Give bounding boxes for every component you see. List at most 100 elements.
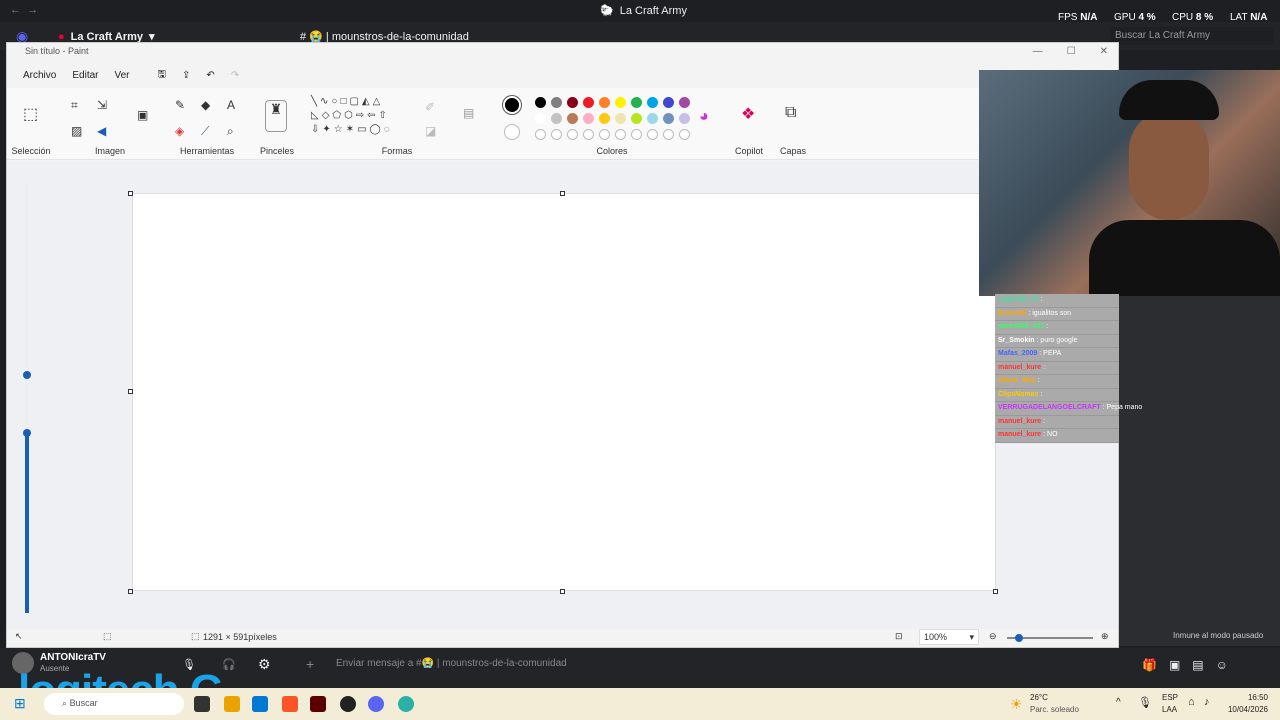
- resize-handle[interactable]: [560, 191, 565, 196]
- zoom-select[interactable]: 100% ▾: [919, 629, 979, 645]
- shape-size-icon[interactable]: ▤: [463, 106, 474, 120]
- zoom-in-icon[interactable]: ⊕: [1101, 631, 1109, 642]
- color-swatch[interactable]: [567, 113, 578, 124]
- network-icon[interactable]: ⌂: [1188, 696, 1195, 708]
- slider-thumb-bottom[interactable]: [23, 429, 31, 437]
- custom-color-slot[interactable]: [663, 129, 674, 140]
- text-icon[interactable]: A: [227, 98, 235, 112]
- color-picker-icon[interactable]: ⟋: [201, 124, 209, 139]
- tray-chevron-icon[interactable]: ^: [1116, 697, 1121, 708]
- clock-date[interactable]: 10/04/2026: [1226, 705, 1268, 714]
- back-arrow-icon[interactable]: ← →: [10, 4, 38, 16]
- zoom-out-icon[interactable]: ⊖: [989, 631, 997, 642]
- store-icon[interactable]: [252, 696, 268, 712]
- resize-handle[interactable]: [128, 389, 133, 394]
- custom-color-slot[interactable]: [599, 129, 610, 140]
- color-swatch[interactable]: [535, 113, 546, 124]
- custom-color-slot[interactable]: [631, 129, 642, 140]
- color-swatch[interactable]: [663, 113, 674, 124]
- add-attachment-icon[interactable]: +: [306, 656, 314, 672]
- redo-icon[interactable]: ↷: [223, 68, 247, 83]
- maximize-button[interactable]: ☐: [1067, 46, 1076, 57]
- file-explorer-icon[interactable]: [224, 696, 240, 712]
- menu-editar[interactable]: Editar: [64, 68, 106, 83]
- undo-icon[interactable]: ↶: [198, 68, 222, 83]
- custom-color-slot[interactable]: [535, 129, 546, 140]
- mic-tray-icon[interactable]: 🎙: [1138, 696, 1152, 709]
- color-swatch[interactable]: [663, 97, 674, 108]
- slider-thumb-top[interactable]: [23, 371, 31, 379]
- custom-color-slot[interactable]: [615, 129, 626, 140]
- custom-color-slot[interactable]: [567, 129, 578, 140]
- message-tools-icon[interactable]: 🎁▣▤☺: [1142, 658, 1240, 672]
- obs-icon[interactable]: [340, 696, 356, 712]
- outline-icon[interactable]: ✐: [425, 100, 435, 114]
- color-swatch[interactable]: [551, 97, 562, 108]
- color-swatch[interactable]: [615, 113, 626, 124]
- fill-style-icon[interactable]: ◪: [425, 124, 436, 138]
- selection-icon[interactable]: ⬚: [23, 104, 38, 124]
- windows-start-icon[interactable]: ⊞: [14, 695, 26, 712]
- color-swatch[interactable]: [535, 97, 546, 108]
- color-swatch[interactable]: [615, 97, 626, 108]
- color-swatch[interactable]: [647, 113, 658, 124]
- shapes-row3-icon[interactable]: ⇩✦☆✶▭◯◌: [311, 124, 393, 135]
- lang-label[interactable]: ESP: [1162, 693, 1178, 702]
- shapes-row1-icon[interactable]: ╲∿○□▢◭△: [311, 96, 383, 107]
- custom-color-slot[interactable]: [647, 129, 658, 140]
- remove-bg-icon[interactable]: ▨: [71, 124, 82, 138]
- brave-icon[interactable]: [282, 696, 298, 712]
- secondary-color[interactable]: [504, 124, 520, 140]
- color-swatch[interactable]: [631, 97, 642, 108]
- color-swatch[interactable]: [599, 113, 610, 124]
- color-swatch[interactable]: [583, 113, 594, 124]
- color-swatch[interactable]: [551, 113, 562, 124]
- fit-icon[interactable]: ⊡: [895, 631, 903, 642]
- volume-icon[interactable]: ♪: [1204, 696, 1210, 708]
- gear-icon[interactable]: ⚙: [258, 656, 271, 673]
- shapes-row2-icon[interactable]: ◺◇⬠⬡⇨⇦⇧: [311, 110, 390, 121]
- custom-color-slot[interactable]: [583, 129, 594, 140]
- layers-icon[interactable]: ⧉: [785, 104, 796, 122]
- resize-icon[interactable]: ⇲: [97, 98, 107, 112]
- color-wheel-icon[interactable]: ◕: [699, 108, 709, 126]
- color-swatch[interactable]: [679, 97, 690, 108]
- resize-handle[interactable]: [560, 589, 565, 594]
- clock-time[interactable]: 16:50: [1226, 693, 1268, 702]
- save-icon[interactable]: 🖫: [150, 65, 175, 86]
- custom-color-slot[interactable]: [551, 129, 562, 140]
- eraser-icon[interactable]: ◈: [175, 124, 184, 138]
- brush-icon[interactable]: ♜: [265, 100, 287, 132]
- zoom-slider[interactable]: [1007, 634, 1093, 642]
- crop-icon[interactable]: ⌗: [71, 98, 78, 113]
- custom-color-slot[interactable]: [679, 129, 690, 140]
- color-swatch[interactable]: [599, 97, 610, 108]
- primary-color[interactable]: [503, 96, 521, 114]
- resize-handle[interactable]: [128, 191, 133, 196]
- brush-size-slider[interactable]: [23, 183, 31, 613]
- pencil-icon[interactable]: ✎: [175, 98, 185, 112]
- search-input[interactable]: Buscar La Craft Army: [1110, 27, 1274, 45]
- color-swatch[interactable]: [567, 97, 578, 108]
- resize-handle[interactable]: [993, 589, 998, 594]
- taskbar-search[interactable]: ⌕ Buscar: [44, 693, 184, 715]
- color-swatch[interactable]: [583, 97, 594, 108]
- minimize-button[interactable]: —: [1033, 46, 1043, 57]
- task-view-icon[interactable]: [194, 696, 210, 712]
- headphones-icon[interactable]: 🎧: [222, 658, 236, 671]
- paint-taskbar-icon[interactable]: [398, 696, 414, 712]
- lang-label-2[interactable]: LAA: [1162, 705, 1177, 714]
- color-swatch[interactable]: [647, 97, 658, 108]
- magnifier-icon[interactable]: ⌕: [227, 124, 234, 139]
- color-swatch[interactable]: [631, 113, 642, 124]
- discord-taskbar-icon[interactable]: [368, 696, 384, 712]
- drawing-canvas[interactable]: [132, 193, 996, 591]
- menu-ver[interactable]: Ver: [106, 68, 137, 83]
- image-select-icon[interactable]: ▣: [137, 108, 148, 122]
- close-button[interactable]: ✕: [1100, 46, 1108, 57]
- fill-icon[interactable]: ◆: [201, 98, 210, 112]
- resize-handle[interactable]: [128, 589, 133, 594]
- rotate-icon[interactable]: ◀: [97, 124, 106, 138]
- share-icon[interactable]: ⇪: [174, 68, 198, 83]
- message-input[interactable]: + Enviar mensaje a #😭 | mounstros-de-la-…: [296, 652, 1116, 676]
